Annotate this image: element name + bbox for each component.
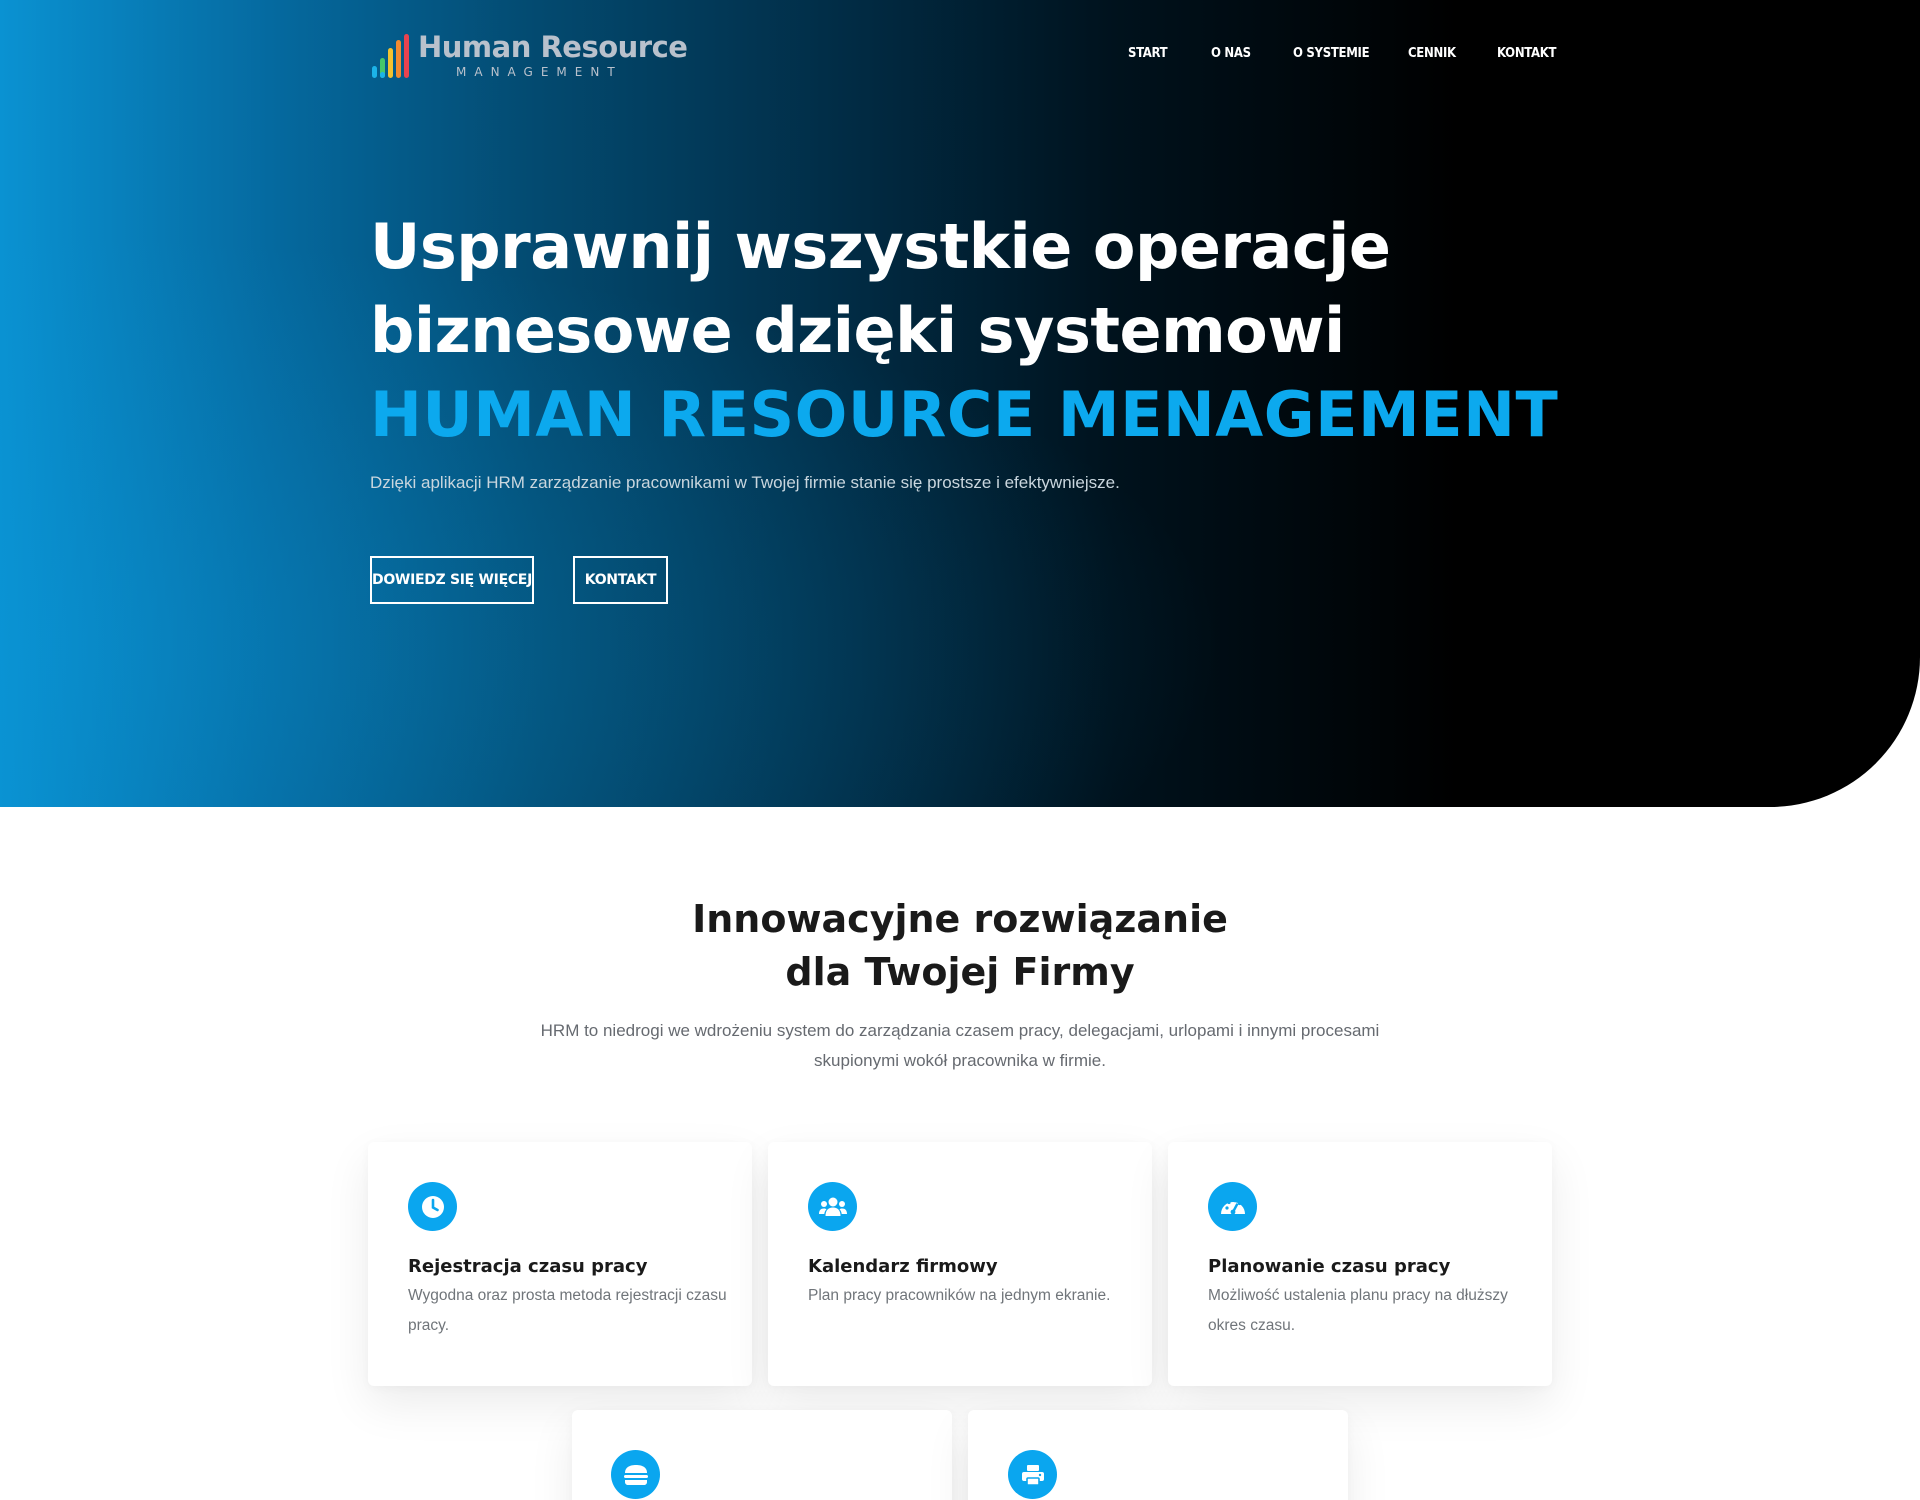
feature-title: Planowanie czasu pracy bbox=[1208, 1256, 1451, 1277]
learn-more-button[interactable]: DOWIEDZ SIĘ WIĘCEJ bbox=[370, 556, 534, 604]
nav-start[interactable]: START bbox=[1128, 46, 1168, 61]
section-title-line-2: dla Twojej Firmy bbox=[785, 950, 1135, 994]
feature-title: Rejestracja czasu pracy bbox=[408, 1256, 648, 1277]
clock-icon bbox=[408, 1182, 457, 1231]
feature-card-4 bbox=[572, 1410, 952, 1500]
nav-o-nas[interactable]: O NAS bbox=[1211, 46, 1251, 61]
feature-text: Wygodna oraz prosta metoda rejestracji c… bbox=[408, 1287, 727, 1334]
section-title: Innowacyjne rozwiązanie dla Twojej Firmy bbox=[0, 893, 1920, 999]
main-nav: START O NAS O SYSTEMIE CENNIK KONTAKT bbox=[0, 46, 1920, 66]
hero-title: Usprawnij wszystkie operacje biznesowe d… bbox=[370, 205, 1559, 457]
hero-title-line-2: biznesowe dzięki systemowi bbox=[370, 294, 1345, 367]
logo-subtitle: MANAGEMENT bbox=[456, 65, 623, 79]
feature-card-5 bbox=[968, 1410, 1348, 1500]
feature-card-time-registration: Rejestracja czasu pracy Wygodna oraz pro… bbox=[368, 1142, 752, 1386]
hero-title-accent: HUMAN RESOURCE MENAGEMENT bbox=[370, 378, 1559, 451]
hero-subtitle: Dzięki aplikacji HRM zarządzanie pracown… bbox=[370, 473, 1120, 492]
feature-card-calendar: Kalendarz firmowy Plan pracy pracowników… bbox=[768, 1142, 1152, 1386]
printer-icon bbox=[1008, 1450, 1057, 1499]
nav-cennik[interactable]: CENNIK bbox=[1408, 46, 1456, 61]
burger-icon bbox=[611, 1450, 660, 1499]
feature-text: Plan pracy pracowników na jednym ekranie… bbox=[808, 1287, 1111, 1304]
hero-title-line-1: Usprawnij wszystkie operacje bbox=[370, 210, 1391, 283]
contact-button[interactable]: KONTAKT bbox=[573, 556, 668, 604]
feature-card-planning: Planowanie czasu pracy Możliwość ustalen… bbox=[1168, 1142, 1552, 1386]
gauge-icon bbox=[1208, 1182, 1257, 1231]
feature-text: Możliwość ustalenia planu pracy na dłużs… bbox=[1208, 1287, 1508, 1334]
nav-kontakt[interactable]: KONTAKT bbox=[1497, 46, 1556, 61]
users-icon bbox=[808, 1182, 857, 1231]
section-description: HRM to niedrogi we wdrożeniu system do z… bbox=[540, 1021, 1380, 1070]
feature-title: Kalendarz firmowy bbox=[808, 1256, 998, 1277]
nav-o-systemie[interactable]: O SYSTEMIE bbox=[1293, 46, 1370, 61]
section-title-line-1: Innowacyjne rozwiązanie bbox=[692, 897, 1228, 941]
hero-section: Human Resource MANAGEMENT START O NAS O … bbox=[0, 0, 1920, 807]
